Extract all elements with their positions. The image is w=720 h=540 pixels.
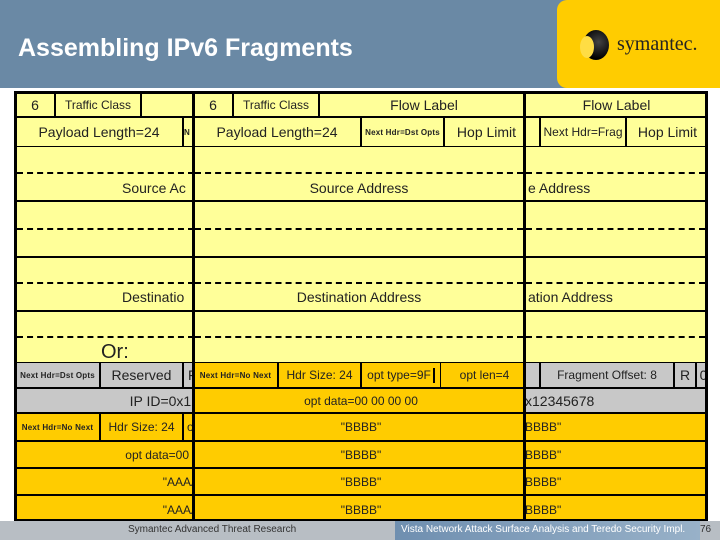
logo-text: symantec. — [617, 33, 698, 55]
payload-cell: "BBBB" — [195, 441, 523, 468]
empty-cell — [526, 117, 540, 147]
destination-address-label: ation Address — [528, 289, 613, 305]
source-address-label: Source Address — [309, 180, 409, 196]
payload-cell: BBBB" — [526, 468, 705, 495]
packet-panel-a: 6 Traffic Class Payload Length=24 N Sour… — [14, 91, 197, 522]
fragment-offset-cell: Fragment Offset: 8 — [540, 362, 674, 388]
traffic-class-cell: Traffic Class — [233, 94, 319, 117]
opt-next-header-cell: Next Hdr=No Next — [17, 413, 100, 441]
frag-next-header-cell: Next Hdr=Dst Opts — [17, 362, 100, 388]
reserved-bits-cell: R — [674, 362, 696, 388]
opt-type-text: opt type=9F — [367, 368, 431, 382]
payload-cell: "AAAA — [17, 495, 194, 519]
packet-panel-c: Flow Label Next Hdr=Frag Hop Limit e Add… — [523, 91, 708, 522]
hdr-size-cell: Hdr Size: 24 — [100, 413, 183, 441]
or-label: Or: — [101, 341, 129, 363]
traffic-class-cell: Traffic Class — [55, 94, 141, 117]
empty-cell — [141, 94, 194, 117]
payload-cell: "BBBB" — [195, 413, 523, 441]
hop-limit-cell: Hop Limit — [626, 117, 705, 147]
payload-length-cell: Payload Length=24 — [17, 117, 183, 147]
page-number: 76 — [700, 524, 712, 535]
ip-id-cell: x12345678 — [526, 388, 705, 413]
next-header-cell: Next Hdr=Dst Opts — [361, 117, 444, 147]
slide-title: Assembling IPv6 Fragments — [18, 34, 353, 62]
symantec-ball-icon — [580, 30, 609, 60]
payload-cell: "BBBB" — [195, 495, 523, 519]
text-cursor — [432, 367, 435, 383]
payload-cell: BBBB" — [526, 413, 705, 441]
more-fragments-cell: 0 — [696, 362, 705, 388]
payload-cell: "BBBB" — [195, 468, 523, 495]
empty-cell — [526, 362, 540, 388]
packet-panel-b: 6 Traffic Class Flow Label Payload Lengt… — [192, 91, 526, 522]
flow-label-cell: Flow Label — [526, 94, 705, 117]
source-address-label: Source Ac — [122, 180, 186, 196]
destination-address-label: Destinatio — [122, 289, 185, 305]
ip-id-cell: IP ID=0x12 — [17, 388, 194, 413]
version-cell: 6 — [195, 94, 233, 117]
next-header-cell: Next Hdr=Frag — [540, 117, 626, 147]
destination-address-label: Destination Address — [296, 289, 422, 305]
opt-data-cell: opt data=00 0 — [17, 441, 194, 468]
footer-left-text: Symantec Advanced Threat Research — [128, 524, 297, 535]
footer-right-text: Vista Network Attack Surface Analysis an… — [395, 521, 700, 540]
symantec-logo: symantec. — [557, 0, 720, 88]
opt-len-cell: opt len=4 — [441, 362, 523, 388]
slide-header: Assembling IPv6 Fragments symantec. — [0, 0, 720, 88]
hop-limit-cell: Hop Limit — [444, 117, 523, 147]
source-address-label: e Address — [528, 180, 591, 196]
payload-cell: "AAAA — [17, 468, 194, 495]
opt-data-cell: opt data=00 00 00 00 — [195, 388, 523, 413]
hdr-size-cell: Hdr Size: 24 — [278, 362, 361, 388]
reserved-cell: Reserved — [100, 362, 183, 388]
opt-type-cell: opt type=9F — [361, 362, 441, 388]
slide-footer: Symantec Advanced Threat Research Vista … — [0, 521, 720, 540]
flow-label-cell: Flow Label — [319, 94, 523, 117]
payload-cell: BBBB" — [526, 441, 705, 468]
opt-next-header-cell: Next Hdr=No Next — [195, 362, 278, 388]
version-cell: 6 — [17, 94, 55, 117]
payload-length-cell: Payload Length=24 — [195, 117, 361, 147]
payload-cell: BBBB" — [526, 495, 705, 519]
